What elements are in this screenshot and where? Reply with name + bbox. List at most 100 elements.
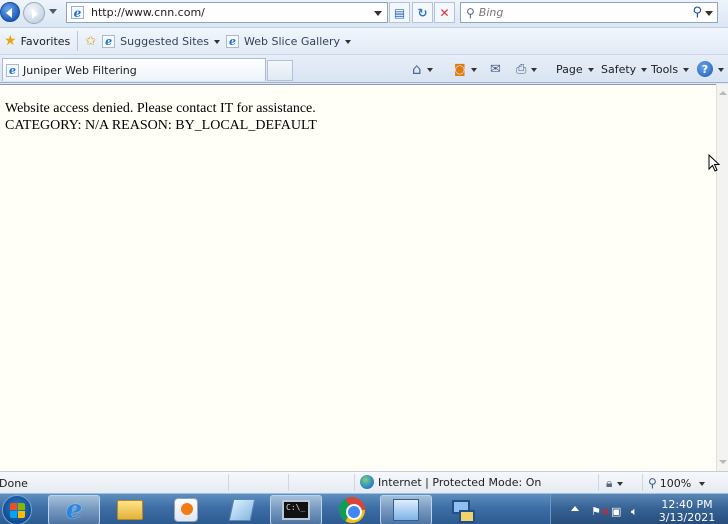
taskbar-command-prompt[interactable]: C:\_ [270, 495, 322, 524]
add-to-favorites-icon[interactable]: ✩ [85, 34, 96, 49]
web-slice-gallery-label: Web Slice Gallery [244, 34, 341, 48]
favorites-star-icon: ★ [4, 33, 17, 49]
status-bar: Done Internet | Protected Mode: On 🔒︎ ⚲ … [0, 471, 728, 493]
security-zone[interactable]: Internet | Protected Mode: On [360, 475, 541, 489]
taskbar-network-monitor[interactable] [380, 495, 432, 524]
taskbar-remote-desktop[interactable] [436, 495, 488, 524]
internet-explorer-icon: e [65, 495, 83, 524]
tab-command-bar: e Juniper Web Filtering ⌂ ◙ ✉ ⎙ Page Saf… [0, 55, 728, 83]
clock-date: 3/13/2021 [658, 511, 716, 524]
chevron-down-icon [683, 67, 690, 75]
tab-title: Juniper Web Filtering [23, 63, 137, 77]
suggested-sites-label: Suggested Sites [120, 34, 209, 48]
new-tab-button[interactable] [267, 60, 293, 81]
search-input[interactable] [478, 6, 693, 19]
page-menu-label: Page [556, 62, 583, 76]
zoom-control[interactable]: ⚲ 100% [648, 476, 706, 490]
stop-icon: ✕ [439, 5, 450, 20]
print-icon: ⎙ [516, 61, 527, 77]
zone-text: Internet | Protected Mode: On [378, 475, 542, 489]
chevron-down-icon[interactable] [470, 67, 477, 75]
search-icon[interactable]: ⚲ [692, 5, 702, 20]
chevron-down-icon[interactable] [531, 67, 538, 75]
address-bar[interactable]: e http://www.cnn.com/ [66, 2, 388, 23]
ie-page-icon: e [226, 34, 239, 48]
network-icon[interactable]: ▣ [611, 505, 621, 518]
ie-page-icon: e [71, 6, 84, 20]
help-menu[interactable]: ? [697, 59, 724, 79]
clock-time: 12:40 PM [661, 498, 713, 511]
history-dropdown-icon[interactable] [49, 9, 57, 18]
address-dropdown-icon[interactable] [373, 8, 383, 18]
page-menu[interactable]: Page [556, 59, 594, 79]
action-center-icon[interactable]: ⚑× [591, 505, 610, 518]
category-reason-text: CATEGORY: N/A REASON: BY_LOCAL_DEFAULT [5, 118, 317, 133]
tools-menu[interactable]: Tools [651, 59, 690, 79]
status-divider [642, 474, 643, 491]
change-zoom-level-button[interactable]: 🔒︎ [606, 476, 624, 491]
vertical-scrollbar[interactable] [716, 84, 728, 471]
web-slice-gallery-link[interactable]: e Web Slice Gallery [226, 34, 352, 48]
block-message: Website access denied. Please contact IT… [5, 100, 317, 134]
zoom-value: 100% [659, 476, 692, 490]
start-button[interactable] [0, 494, 36, 524]
page-content: Website access denied. Please contact IT… [0, 84, 716, 471]
chevron-down-icon [587, 67, 594, 75]
command-prompt-icon: C:\_ [282, 500, 310, 520]
chevron-down-icon [718, 67, 724, 75]
taskbar-chrome[interactable] [326, 495, 378, 524]
tab-juniper-web-filtering[interactable]: e Juniper Web Filtering [2, 58, 266, 81]
mail-icon: ✉ [490, 61, 501, 77]
search-options-dropdown-icon[interactable] [705, 8, 714, 18]
feeds-button[interactable]: ◙ [454, 59, 477, 79]
stop-button[interactable]: ✕ [434, 2, 455, 23]
status-divider [288, 474, 289, 491]
toolbar-divider [77, 31, 79, 51]
print-button[interactable]: ⎙ [516, 59, 538, 79]
search-provider-icon: ⚲ [466, 5, 475, 20]
lock-icon: 🔒︎ [606, 476, 613, 490]
zoom-icon: ⚲ [648, 476, 657, 490]
chrome-icon [339, 497, 365, 523]
refresh-button[interactable]: ↻ [412, 2, 433, 23]
globe-icon [360, 475, 374, 489]
scroll-down-icon[interactable] [719, 460, 727, 468]
status-divider [228, 474, 229, 491]
taskbar-internet-explorer[interactable]: e [48, 495, 100, 524]
system-tray: ⚑× ▣ 🔈︎ 12:40 PM 3/13/2021 [550, 494, 728, 524]
safety-menu[interactable]: Safety [601, 59, 648, 79]
compatibility-icon: ▤ [393, 5, 406, 20]
show-hidden-icons-icon[interactable] [571, 506, 579, 511]
favorites-button[interactable]: ★ Favorites [0, 30, 74, 52]
windows-logo-icon [2, 495, 32, 524]
chevron-down-icon [641, 67, 648, 75]
rss-feed-icon: ◙ [454, 62, 466, 76]
taskbar-notepad[interactable] [216, 495, 268, 524]
notepad-icon [228, 499, 256, 521]
read-mail-button[interactable]: ✉ [490, 59, 501, 79]
back-arrow-icon[interactable] [0, 2, 20, 22]
network-monitor-icon [393, 499, 419, 521]
address-toolbar: e http://www.cnn.com/ ▤ ↻ ✕ ⚲ ⚲ [0, 0, 728, 28]
status-divider [354, 474, 355, 491]
scroll-up-icon[interactable] [719, 87, 727, 95]
ie-page-icon: e [102, 34, 116, 48]
taskbar-file-explorer[interactable] [104, 495, 156, 524]
suggested-sites-link[interactable]: e Suggested Sites [102, 34, 220, 48]
chevron-down-icon [617, 482, 624, 489]
search-box[interactable]: ⚲ ⚲ [460, 2, 718, 23]
chevron-down-icon[interactable] [426, 67, 433, 75]
forward-arrow-icon[interactable] [23, 2, 45, 24]
status-text: Done [0, 477, 28, 490]
remote-desktop-icon [450, 498, 475, 523]
access-denied-text: Website access denied. Please contact IT… [5, 101, 316, 116]
ie-page-icon: e [6, 63, 19, 77]
home-button[interactable]: ⌂ [412, 59, 433, 79]
volume-icon[interactable]: 🔈︎ [631, 505, 638, 519]
chevron-down-icon [214, 39, 220, 47]
compatibility-view-button[interactable]: ▤ [389, 2, 410, 23]
url-text[interactable]: http://www.cnn.com/ [91, 6, 373, 19]
taskbar-media-player[interactable] [160, 495, 212, 524]
clock[interactable]: 12:40 PM 3/13/2021 [651, 498, 723, 524]
refresh-icon: ↻ [417, 5, 428, 20]
